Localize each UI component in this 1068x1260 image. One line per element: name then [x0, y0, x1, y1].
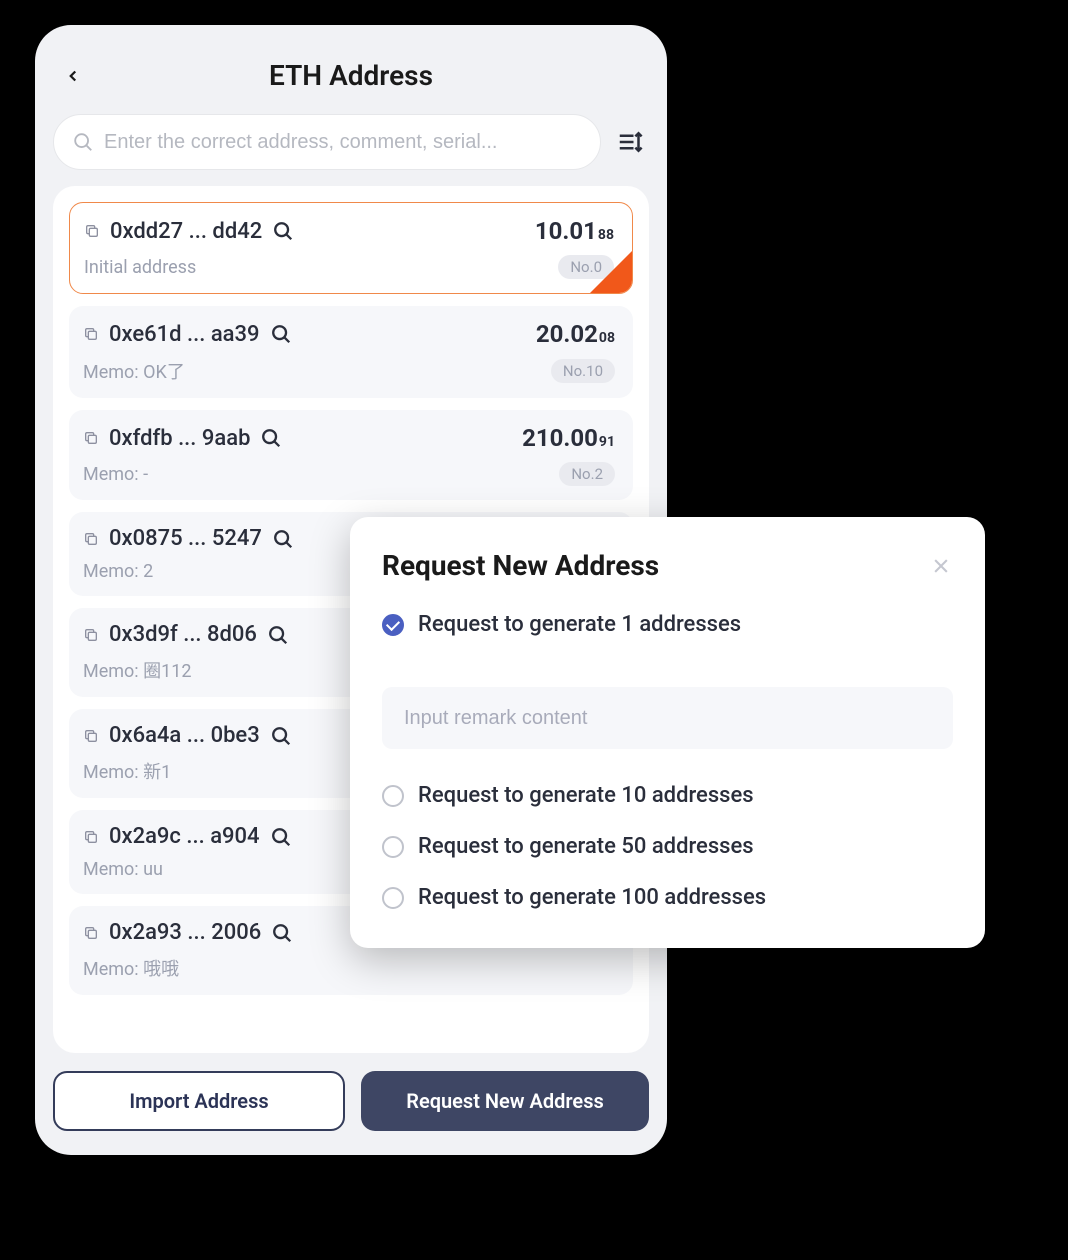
option-label: Request to generate 50 addresses — [418, 834, 754, 859]
balance-value: 10.0188 — [535, 217, 614, 245]
memo-text: Memo: 2 — [83, 561, 153, 582]
radio-button[interactable] — [382, 836, 404, 858]
option-row[interactable]: Request to generate 10 addresses — [382, 783, 953, 808]
copy-icon[interactable] — [84, 223, 100, 239]
address-text: 0xfdfb ... 9aab — [109, 426, 250, 451]
radio-button[interactable] — [382, 887, 404, 909]
option-label: Request to generate 10 addresses — [418, 783, 754, 808]
search-icon[interactable] — [272, 528, 294, 550]
radio-button[interactable] — [382, 785, 404, 807]
memo-text: Memo: 哦哦 — [83, 955, 179, 981]
option-label: Request to generate 100 addresses — [418, 885, 766, 910]
memo-text: Memo: 圈112 — [83, 657, 191, 683]
address-text: 0x6a4a ... 0be3 — [109, 723, 260, 748]
close-button[interactable] — [929, 554, 953, 578]
address-card[interactable]: 0xe61d ... aa39 20.0208 Memo: OK了 No.10 — [69, 306, 633, 398]
selected-corner-indicator — [590, 251, 632, 293]
address-row-bottom: Initial addressNo.0 — [84, 255, 614, 279]
address-card[interactable]: 0xdd27 ... dd42 10.0188 Initial addressNo.… — [69, 202, 633, 294]
address-row-top: 0xdd27 ... dd42 10.0188 — [84, 217, 614, 245]
address-text: 0x3d9f ... 8d06 — [109, 622, 257, 647]
search-box[interactable] — [53, 114, 601, 170]
option-row[interactable]: Request to generate 50 addresses — [382, 834, 953, 859]
address-card[interactable]: 0xfdfb ... 9aab 210.0091 Memo: - No.2 — [69, 410, 633, 500]
memo-text: Memo: - — [83, 464, 148, 485]
balance-value: 210.0091 — [522, 424, 615, 452]
address-row-bottom: Memo: 哦哦 — [83, 955, 615, 981]
search-icon[interactable] — [270, 826, 292, 848]
header: ETH Address — [53, 43, 649, 114]
search-icon[interactable] — [272, 220, 294, 242]
copy-icon[interactable] — [83, 326, 99, 342]
search-row — [53, 114, 649, 186]
radio-button[interactable] — [382, 614, 404, 636]
address-row-top: 0xe61d ... aa39 20.0208 — [83, 320, 615, 348]
search-icon[interactable] — [270, 323, 292, 345]
address-text: 0xdd27 ... dd42 — [110, 219, 262, 244]
balance-value: 20.0208 — [536, 320, 615, 348]
search-icon[interactable] — [270, 725, 292, 747]
memo-text: Initial address — [84, 257, 196, 278]
address-row-bottom: Memo: - No.2 — [83, 462, 615, 486]
page-title: ETH Address — [61, 59, 641, 92]
address-text: 0xe61d ... aa39 — [109, 322, 260, 347]
copy-icon[interactable] — [83, 728, 99, 744]
option-list: Request to generate 1 addresses Request t… — [382, 612, 953, 910]
address-text: 0x2a93 ... 2006 — [109, 920, 261, 945]
option-row[interactable]: Request to generate 1 addresses — [382, 612, 953, 637]
modal-header: Request New Address — [382, 549, 953, 582]
search-icon[interactable] — [267, 624, 289, 646]
search-icon[interactable] — [271, 922, 293, 944]
option-label: Request to generate 1 addresses — [418, 612, 741, 637]
memo-text: Memo: 新1 — [83, 758, 171, 784]
copy-icon[interactable] — [83, 627, 99, 643]
remark-input[interactable] — [382, 687, 953, 749]
address-text: 0x2a9c ... a904 — [109, 824, 260, 849]
back-button[interactable] — [61, 64, 85, 88]
copy-icon[interactable] — [83, 430, 99, 446]
address-row-top: 0xfdfb ... 9aab 210.0091 — [83, 424, 615, 452]
index-badge: No.2 — [559, 462, 615, 486]
search-icon[interactable] — [260, 427, 282, 449]
address-row-bottom: Memo: OK了 No.10 — [83, 358, 615, 384]
option-row[interactable]: Request to generate 100 addresses — [382, 885, 953, 910]
memo-text: Memo: uu — [83, 859, 163, 880]
copy-icon[interactable] — [83, 925, 99, 941]
request-new-address-button[interactable]: Request New Address — [361, 1071, 649, 1131]
request-new-address-modal: Request New Address Request to generate … — [350, 517, 985, 948]
copy-icon[interactable] — [83, 531, 99, 547]
index-badge: No.10 — [551, 359, 615, 383]
import-address-button[interactable]: Import Address — [53, 1071, 345, 1131]
sort-button[interactable] — [613, 124, 649, 160]
modal-title: Request New Address — [382, 549, 659, 582]
search-input[interactable] — [104, 131, 582, 154]
address-text: 0x0875 ... 5247 — [109, 526, 262, 551]
bottom-bar: Import Address Request New Address — [53, 1053, 649, 1155]
memo-text: Memo: OK了 — [83, 358, 185, 384]
copy-icon[interactable] — [83, 829, 99, 845]
